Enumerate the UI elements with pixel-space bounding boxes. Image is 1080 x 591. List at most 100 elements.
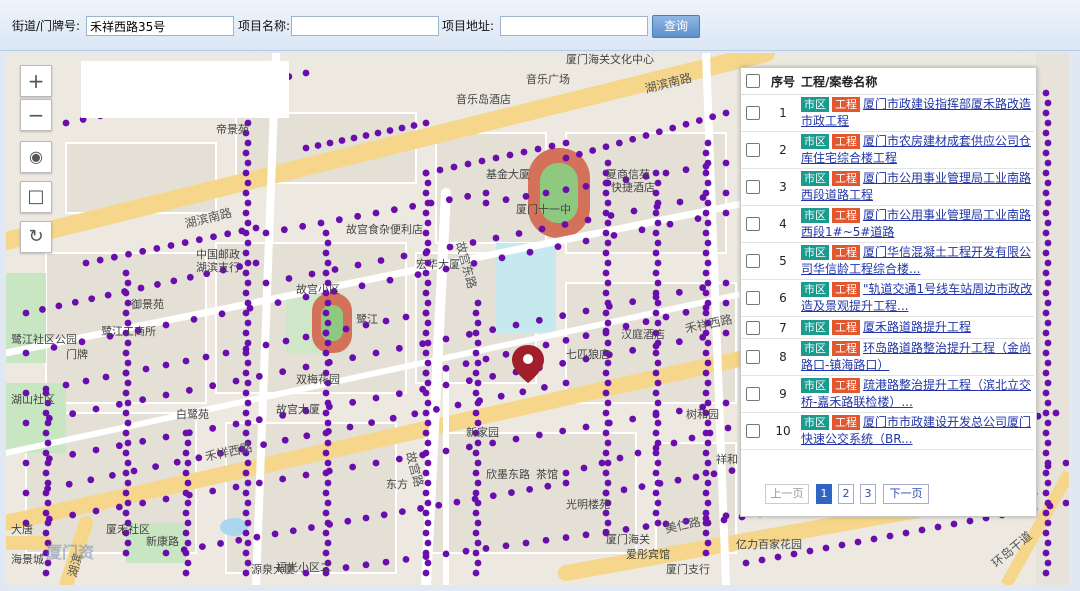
result-row[interactable]: 3 市区 工程 厦门市公用事业管理局工业南路西段道路工程 [741, 168, 1034, 206]
parcel-dot[interactable] [502, 196, 510, 204]
parcel-dot[interactable] [162, 549, 170, 557]
parcel-dot[interactable] [654, 419, 662, 427]
parcel-dot[interactable] [322, 449, 330, 457]
parcel-dot[interactable] [442, 550, 450, 558]
parcel-dot[interactable] [702, 189, 710, 197]
parcel-dot[interactable] [1042, 149, 1050, 157]
parcel-dot[interactable] [702, 449, 710, 457]
parcel-dot[interactable] [302, 69, 310, 77]
parcel-dot[interactable] [1044, 479, 1052, 487]
parcel-dot[interactable] [122, 549, 130, 557]
parcel-dot[interactable] [244, 139, 252, 147]
parcel-dot[interactable] [44, 459, 52, 467]
parcel-dot[interactable] [642, 132, 650, 139]
parcel-dot[interactable] [462, 360, 470, 368]
parcel-dot[interactable] [722, 189, 730, 197]
parcel-dot[interactable] [122, 429, 130, 437]
parcel-dot[interactable] [1042, 489, 1050, 497]
parcel-dot[interactable] [289, 527, 297, 535]
parcel-dot[interactable] [124, 339, 132, 347]
parcel-dot[interactable] [692, 473, 700, 481]
project-address-input[interactable] [500, 16, 648, 36]
parcel-dot[interactable] [322, 229, 330, 237]
parcel-dot[interactable] [350, 134, 358, 142]
parcel-dot[interactable] [702, 289, 710, 297]
parcel-dot[interactable] [710, 470, 718, 478]
parcel-dot[interactable] [602, 249, 610, 257]
parcel-dot[interactable] [704, 279, 712, 287]
parcel-dot[interactable] [422, 349, 430, 357]
parcel-dot[interactable] [1042, 429, 1050, 437]
parcel-dot[interactable] [242, 269, 250, 277]
parcel-dot[interactable] [688, 434, 696, 442]
parcel-dot[interactable] [702, 309, 710, 317]
parcel-dot[interactable] [349, 463, 357, 471]
parcel-dot[interactable] [722, 299, 730, 307]
parcel-dot[interactable] [559, 312, 567, 320]
parcel-dot[interactable] [322, 509, 330, 517]
parcel-dot[interactable] [654, 499, 662, 507]
parcel-dot[interactable] [137, 284, 145, 292]
parcel-dot[interactable] [652, 389, 660, 397]
parcel-dot[interactable] [602, 289, 610, 297]
parcel-dot[interactable] [362, 132, 370, 139]
refresh-icon[interactable]: ↻ [20, 221, 52, 253]
parcel-dot[interactable] [182, 549, 190, 557]
parcel-dot[interactable] [186, 273, 194, 281]
parcel-dot[interactable] [489, 492, 497, 500]
parcel-dot[interactable] [654, 279, 662, 287]
parcel-dot[interactable] [918, 526, 926, 534]
parcel-dot[interactable] [474, 559, 482, 567]
parcel-dot[interactable] [1044, 279, 1052, 287]
parcel-dot[interactable] [244, 279, 252, 287]
parcel-dot[interactable] [42, 569, 50, 577]
parcel-dot[interactable] [124, 419, 132, 427]
parcel-dot[interactable] [44, 479, 52, 487]
parcel-dot[interactable] [244, 239, 252, 247]
parcel-dot[interactable] [255, 372, 263, 380]
result-row[interactable]: 2 市区 工程 厦门市农房建材成套供应公司仓库住宅综合楼工程 [741, 131, 1034, 169]
parcel-dot[interactable] [222, 349, 230, 357]
parcel-dot[interactable] [244, 199, 252, 207]
parcel-dot[interactable] [62, 381, 70, 389]
parcel-dot[interactable] [704, 379, 712, 387]
parcel-dot[interactable] [262, 229, 270, 237]
parcel-dot[interactable] [1044, 539, 1052, 547]
parcel-dot[interactable] [255, 479, 263, 487]
parcel-dot[interactable] [162, 321, 170, 329]
parcel-dot[interactable] [1044, 319, 1052, 327]
parcel-dot[interactable] [604, 259, 612, 267]
parcel-dot[interactable] [368, 419, 375, 426]
parcel-dot[interactable] [182, 509, 190, 517]
zoom-out-button[interactable]: − [20, 99, 52, 131]
parcel-dot[interactable] [253, 533, 261, 541]
parcel-dot[interactable] [704, 339, 712, 347]
parcel-dot[interactable] [152, 463, 160, 470]
parcel-dot[interactable] [654, 359, 662, 367]
next-page-button[interactable]: 下一页 [883, 484, 929, 504]
parcel-dot[interactable] [1044, 179, 1052, 187]
parcel-dot[interactable] [244, 399, 252, 407]
parcel-dot[interactable] [702, 149, 710, 157]
parcel-dot[interactable] [88, 295, 96, 303]
parcel-dot[interactable] [422, 249, 430, 257]
row-checkbox[interactable] [741, 375, 765, 413]
parcel-dot[interactable] [349, 354, 357, 362]
parcel-dot[interactable] [424, 499, 432, 507]
parcel-dot[interactable] [670, 439, 678, 447]
parcel-dot[interactable] [182, 489, 190, 497]
parcel-dot[interactable] [344, 517, 352, 525]
parcel-dot[interactable] [302, 333, 310, 341]
parcel-dot[interactable] [22, 419, 30, 427]
parcel-dot[interactable] [44, 519, 52, 527]
parcel-dot[interactable] [124, 499, 132, 507]
parcel-dot[interactable] [242, 429, 250, 437]
parcel-dot[interactable] [424, 319, 432, 327]
parcel-dot[interactable] [758, 556, 766, 564]
parcel-dot[interactable] [562, 534, 570, 541]
parcel-dot[interactable] [380, 511, 388, 519]
parcel-dot[interactable] [354, 212, 362, 220]
parcel-dot[interactable] [602, 269, 610, 277]
parcel-dot[interactable] [324, 319, 332, 327]
parcel-dot[interactable] [604, 459, 612, 467]
